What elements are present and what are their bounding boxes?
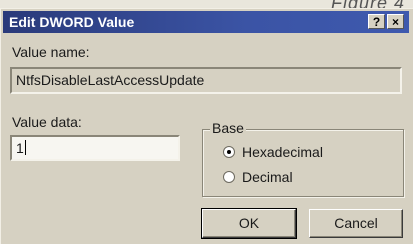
value-data-label: Value data: bbox=[12, 114, 82, 130]
radio-hexadecimal-label: Hexadecimal bbox=[242, 144, 323, 160]
radio-hexadecimal[interactable]: Hexadecimal bbox=[223, 143, 323, 161]
radio-decimal-label: Decimal bbox=[242, 169, 293, 185]
help-button[interactable]: ? bbox=[368, 14, 385, 29]
base-groupbox: Base Hexadecimal Decimal bbox=[202, 120, 404, 197]
cancel-button[interactable]: Cancel bbox=[309, 209, 403, 238]
dialog-title: Edit DWORD Value bbox=[9, 14, 135, 30]
help-icon: ? bbox=[372, 15, 381, 29]
radio-unselected-icon bbox=[223, 171, 235, 183]
dialog-titlebar: Edit DWORD Value ? × bbox=[3, 11, 409, 33]
value-name-label: Value name: bbox=[12, 44, 90, 60]
base-group-title: Base bbox=[210, 120, 246, 136]
close-icon: × bbox=[391, 15, 399, 29]
ok-button[interactable]: OK bbox=[201, 208, 297, 239]
radio-decimal[interactable]: Decimal bbox=[223, 168, 293, 186]
text-cursor bbox=[24, 140, 26, 155]
value-name-text: NtfsDisableLastAccessUpdate bbox=[16, 72, 205, 88]
close-button[interactable]: × bbox=[387, 14, 404, 29]
edit-dword-dialog: Edit DWORD Value ? × Value name: NtfsDis… bbox=[0, 8, 413, 244]
value-data-input[interactable]: 1 bbox=[10, 135, 180, 161]
radio-selected-icon bbox=[223, 146, 235, 158]
value-name-field[interactable]: NtfsDisableLastAccessUpdate bbox=[10, 67, 402, 94]
value-data-text: 1 bbox=[16, 140, 24, 156]
